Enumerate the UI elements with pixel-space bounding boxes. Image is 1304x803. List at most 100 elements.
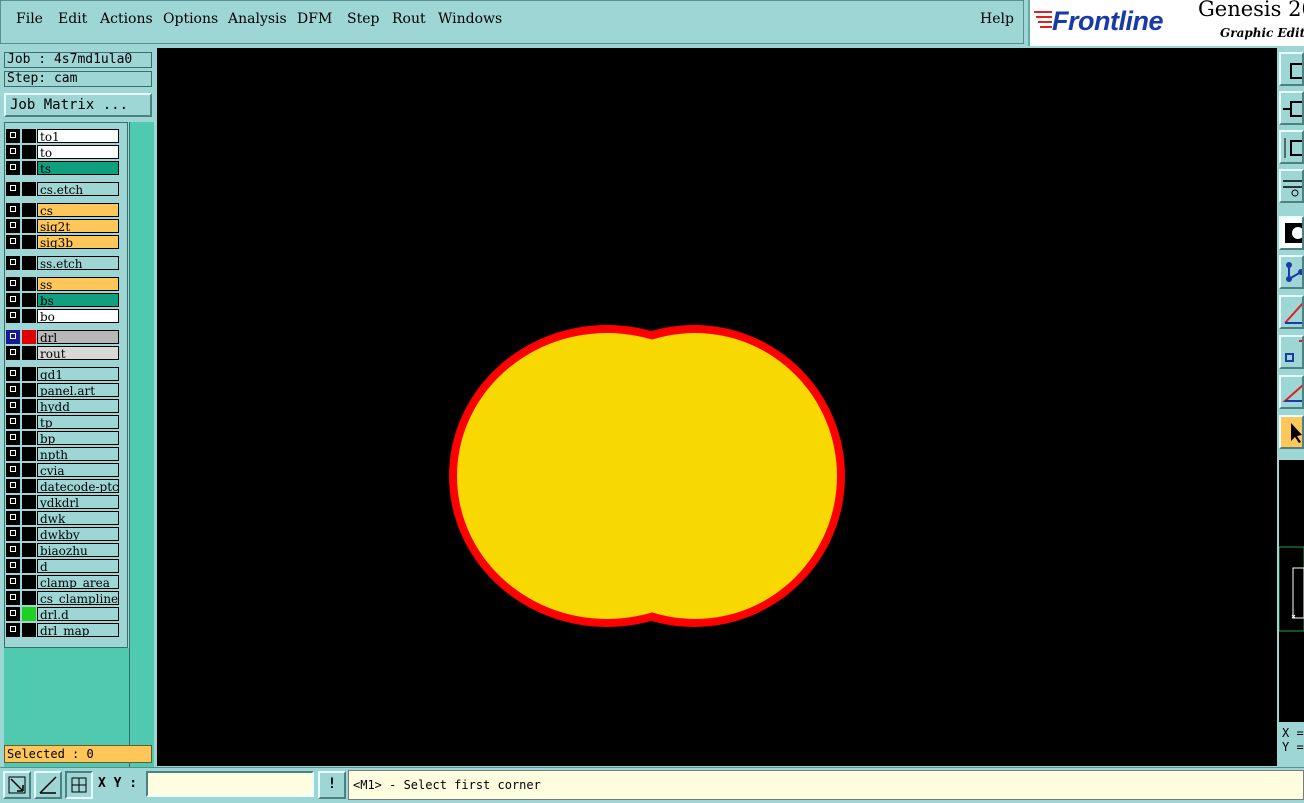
tool-measure-icon[interactable] (1279, 169, 1304, 203)
layer-checkbox[interactable] (6, 463, 20, 477)
layer-checkbox[interactable] (6, 623, 20, 637)
layer-checkbox[interactable] (6, 431, 20, 445)
layer-list-scrollbar[interactable] (129, 122, 154, 767)
layer-checkbox[interactable] (6, 559, 20, 573)
layer-checkbox[interactable] (6, 309, 20, 323)
layer-color-swatch[interactable] (22, 277, 36, 291)
layer-color-swatch[interactable] (22, 543, 36, 557)
layer-checkbox[interactable] (6, 219, 20, 233)
layer-row-tp[interactable]: tp (6, 415, 122, 429)
tool-snap-icon[interactable] (1279, 335, 1304, 369)
layer-row-datecode-ptc[interactable]: datecode-ptc (6, 479, 122, 493)
layer-name[interactable]: dwk (37, 511, 119, 525)
snap-angle-icon[interactable] (34, 771, 62, 799)
layer-row-d[interactable]: d (6, 559, 122, 573)
layer-name[interactable]: ydkdrl (37, 495, 119, 509)
layer-name[interactable]: drl.d (37, 607, 119, 621)
layer-row-ydkdrl[interactable]: ydkdrl (6, 495, 122, 509)
layer-checkbox[interactable] (6, 256, 20, 270)
menu-actions[interactable]: Actions (100, 11, 153, 27)
layer-color-swatch[interactable] (22, 330, 36, 344)
layer-row-biaozhu[interactable]: biaozhu (6, 543, 122, 557)
layer-checkbox[interactable] (6, 399, 20, 413)
layer-checkbox[interactable] (6, 129, 20, 143)
layer-name[interactable]: panel.art (37, 383, 119, 397)
layer-name[interactable]: rout (37, 346, 119, 360)
layer-name[interactable]: sig2t (37, 219, 119, 233)
layer-checkbox[interactable] (6, 479, 20, 493)
layer-checkbox[interactable] (6, 330, 20, 344)
layer-row-cs-etch[interactable]: cs.etch (6, 182, 122, 196)
layer-checkbox[interactable] (6, 511, 20, 525)
layer-row-bp[interactable]: bp (6, 431, 122, 445)
layer-name[interactable]: drl (37, 330, 119, 344)
layer-row-npth[interactable]: npth (6, 447, 122, 461)
layer-color-swatch[interactable] (22, 431, 36, 445)
layer-color-swatch[interactable] (22, 447, 36, 461)
layer-color-swatch[interactable] (22, 309, 36, 323)
menu-windows[interactable]: Windows (438, 11, 502, 27)
layer-color-swatch[interactable] (22, 559, 36, 573)
tool-fit-icon[interactable] (1279, 130, 1304, 164)
menu-analysis[interactable]: Analysis (228, 11, 287, 27)
layer-name[interactable]: datecode-ptc (37, 479, 119, 493)
layer-row-ss[interactable]: ss (6, 277, 122, 291)
layer-row-drl-d[interactable]: drl.d (6, 607, 122, 621)
drill-slot-feature[interactable] (449, 325, 845, 627)
layer-color-swatch[interactable] (22, 415, 36, 429)
layer-checkbox[interactable] (6, 591, 20, 605)
layer-color-swatch[interactable] (22, 399, 36, 413)
menu-options[interactable]: Options (163, 11, 218, 27)
layer-color-swatch[interactable] (22, 511, 36, 525)
layer-checkbox[interactable] (6, 527, 20, 541)
layer-row-drl[interactable]: drl (6, 330, 122, 344)
layer-name[interactable]: d (37, 559, 119, 573)
menu-rout[interactable]: Rout (392, 11, 426, 27)
layer-checkbox[interactable] (6, 575, 20, 589)
layer-row-cvia[interactable]: cvia (6, 463, 122, 477)
layer-color-swatch[interactable] (22, 607, 36, 621)
layer-checkbox[interactable] (6, 203, 20, 217)
tool-pan-icon[interactable] (1279, 91, 1304, 125)
layer-color-swatch[interactable] (22, 203, 36, 217)
layer-row-ts[interactable]: ts (6, 161, 122, 175)
layer-row-cs[interactable]: cs (6, 203, 122, 217)
layer-name[interactable]: dwkby (37, 527, 119, 541)
layer-checkbox[interactable] (6, 346, 20, 360)
layer-row-cs-clampline[interactable]: cs_clampline (6, 591, 122, 605)
layer-name[interactable]: sig3b (37, 235, 119, 249)
layer-checkbox[interactable] (6, 293, 20, 307)
layer-checkbox[interactable] (6, 543, 20, 557)
layer-name[interactable]: to1 (37, 129, 119, 143)
layer-checkbox[interactable] (6, 495, 20, 509)
layer-name[interactable]: cs_clampline (37, 591, 119, 605)
layer-name[interactable]: bp (37, 431, 119, 445)
menu-dfm[interactable]: DFM (297, 11, 332, 27)
layer-row-rout[interactable]: rout (6, 346, 122, 360)
layer-color-swatch[interactable] (22, 145, 36, 159)
layer-row-sig2t[interactable]: sig2t (6, 219, 122, 233)
layer-name[interactable]: cs.etch (37, 182, 119, 196)
layer-name[interactable]: biaozhu (37, 543, 119, 557)
layer-row-hydd[interactable]: hydd (6, 399, 122, 413)
menu-file[interactable]: File (16, 11, 43, 27)
layer-color-swatch[interactable] (22, 235, 36, 249)
layer-name[interactable]: ts (37, 161, 119, 175)
layer-row-gd1[interactable]: gd1 (6, 367, 122, 381)
layer-color-swatch[interactable] (22, 527, 36, 541)
layer-color-swatch[interactable] (22, 182, 36, 196)
mini-view[interactable] (1278, 460, 1304, 722)
layer-row-clamp-area[interactable]: clamp_area (6, 575, 122, 589)
layer-checkbox[interactable] (6, 161, 20, 175)
layer-name[interactable]: bs (37, 293, 119, 307)
graphic-canvas[interactable] (157, 48, 1277, 766)
layer-color-swatch[interactable] (22, 623, 36, 637)
tool-connect-icon[interactable] (1279, 255, 1304, 289)
layer-row-bo[interactable]: bo (6, 309, 122, 323)
layer-name[interactable]: gd1 (37, 367, 119, 381)
layer-checkbox[interactable] (6, 145, 20, 159)
layer-row-ss-etch[interactable]: ss.etch (6, 256, 122, 270)
layer-color-swatch[interactable] (22, 383, 36, 397)
tool-window-icon[interactable] (1279, 52, 1304, 86)
menu-help[interactable]: Help (980, 11, 1014, 27)
